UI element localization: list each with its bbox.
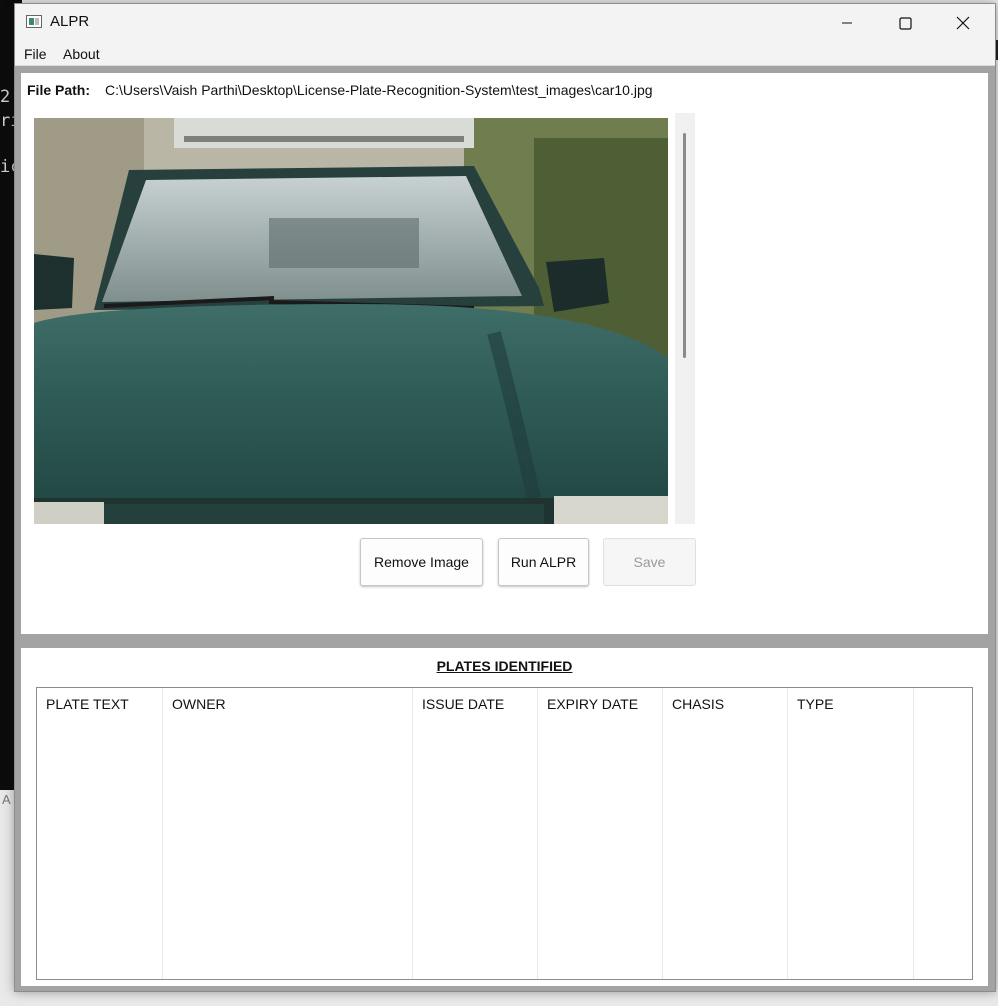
minimize-icon bbox=[842, 22, 852, 24]
table-column: OWNER bbox=[163, 688, 413, 979]
column-header-chasis[interactable]: CHASIS bbox=[672, 696, 724, 712]
file-path-value: C:\Users\Vaish Parthi\Desktop\License-Pl… bbox=[105, 82, 653, 98]
close-button[interactable] bbox=[934, 4, 992, 42]
car-image bbox=[34, 118, 668, 524]
car-photo-icon bbox=[34, 118, 668, 524]
column-header-owner[interactable]: OWNER bbox=[172, 696, 226, 712]
app-icon bbox=[26, 15, 42, 28]
results-panel: PLATES IDENTIFIED PLATE TEXT OWNER ISSUE… bbox=[21, 648, 988, 986]
plates-identified-title: PLATES IDENTIFIED bbox=[436, 658, 573, 674]
minimize-button[interactable] bbox=[818, 4, 876, 42]
column-header-type[interactable]: TYPE bbox=[797, 696, 834, 712]
terminal-line: 2 bbox=[0, 87, 11, 107]
window-title: ALPR bbox=[50, 13, 90, 30]
file-path-label: File Path: bbox=[27, 82, 91, 98]
plates-table[interactable]: PLATE TEXT OWNER ISSUE DATE EXPIRY DATE … bbox=[36, 687, 973, 980]
scrollbar-thumb[interactable] bbox=[683, 133, 686, 358]
menu-file[interactable]: File bbox=[24, 46, 47, 62]
title-bar[interactable]: ALPR bbox=[15, 4, 995, 42]
column-header-expiry-date[interactable]: EXPIRY DATE bbox=[547, 696, 638, 712]
menu-bar: File About bbox=[15, 42, 995, 66]
image-scrollbar[interactable] bbox=[675, 113, 695, 524]
save-button[interactable]: Save bbox=[603, 538, 696, 586]
table-column: ISSUE DATE bbox=[413, 688, 538, 979]
column-header-plate-text[interactable]: PLATE TEXT bbox=[46, 696, 129, 712]
table-column: PLATE TEXT bbox=[37, 688, 163, 979]
alpr-window: ALPR File About File Path: C:\Users\Vais… bbox=[14, 3, 996, 992]
table-column: TYPE bbox=[788, 688, 914, 979]
image-panel: File Path: C:\Users\Vaish Parthi\Desktop… bbox=[21, 73, 988, 634]
close-icon bbox=[956, 16, 970, 30]
column-header-issue-date[interactable]: ISSUE DATE bbox=[422, 696, 504, 712]
maximize-button[interactable] bbox=[876, 4, 934, 42]
maximize-icon bbox=[898, 16, 912, 30]
menu-about[interactable]: About bbox=[63, 46, 100, 62]
remove-image-button[interactable]: Remove Image bbox=[360, 538, 483, 586]
run-alpr-button[interactable]: Run ALPR bbox=[498, 538, 589, 586]
table-column: CHASIS bbox=[663, 688, 788, 979]
table-column: EXPIRY DATE bbox=[538, 688, 663, 979]
